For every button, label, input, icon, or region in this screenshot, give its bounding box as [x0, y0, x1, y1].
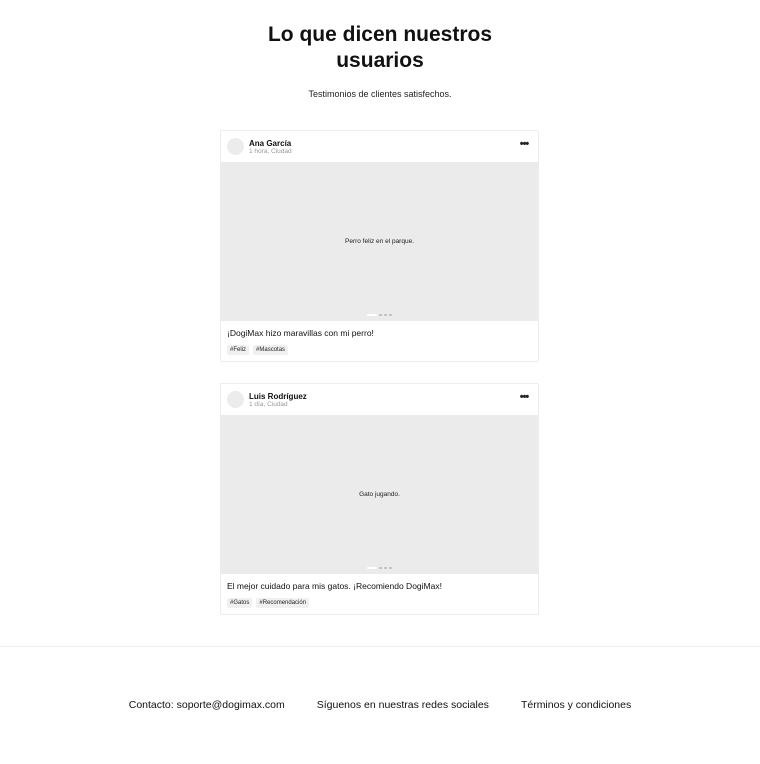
user-name: Luis Rodríguez [249, 392, 307, 401]
image-caption: Perro feliz en el parque. [344, 238, 414, 245]
image-caption: Gato jugando. [359, 491, 400, 498]
page-title: Lo que dicen nuestros usuarios [267, 23, 493, 72]
tag-list: #Feliz #Mascotas [227, 345, 532, 355]
avatar [227, 391, 244, 408]
carousel-dot-active[interactable] [367, 567, 377, 569]
post-meta: 1 hora, Ciudad [249, 148, 292, 155]
footer-contact-link[interactable]: Contacto: soporte@dogimax.com [129, 699, 285, 711]
footer-terms-link[interactable]: Términos y condiciones [521, 699, 631, 711]
footer-social-link[interactable]: Síguenos en nuestras redes sociales [317, 699, 489, 711]
user-name: Ana García [249, 139, 292, 148]
tag[interactable]: #Feliz [227, 345, 250, 355]
testimonial-text: El mejor cuidado para mis gatos. ¡Recomi… [227, 581, 442, 591]
carousel-dot[interactable] [384, 567, 387, 569]
more-options-icon[interactable]: ••• [516, 137, 532, 153]
carousel-dot[interactable] [389, 314, 392, 316]
testimonial-card: Ana García 1 hora, Ciudad ••• Perro feli… [220, 130, 539, 362]
card-body: ¡DogiMax hizo maravillas con mi perro! #… [221, 321, 538, 361]
card-body: El mejor cuidado para mis gatos. ¡Recomi… [221, 574, 538, 614]
post-meta: 1 día, Ciudad [249, 401, 288, 408]
footer-links: Contacto: soporte@dogimax.com Síguenos e… [0, 699, 760, 711]
carousel-dot[interactable] [384, 314, 387, 316]
carousel-dot[interactable] [389, 567, 392, 569]
tag[interactable]: #Recomendación [256, 598, 310, 608]
carousel-dot[interactable] [379, 567, 382, 569]
tag[interactable]: #Gatos [227, 598, 253, 608]
footer: Contacto: soporte@dogimax.com Síguenos e… [0, 646, 760, 764]
carousel-dot-active[interactable] [367, 314, 377, 316]
carousel-indicator [221, 314, 538, 316]
page-subtitle: Testimonios de clientes satisfechos. [308, 89, 452, 99]
card-header: Ana García 1 hora, Ciudad ••• [221, 131, 538, 162]
post-image[interactable]: Gato jugando. [221, 415, 538, 574]
tag-list: #Gatos #Recomendación [227, 598, 532, 608]
card-header: Luis Rodríguez 1 día, Ciudad ••• [221, 384, 538, 415]
carousel-indicator [221, 567, 538, 569]
post-image[interactable]: Perro feliz en el parque. [221, 162, 538, 321]
testimonial-text: ¡DogiMax hizo maravillas con mi perro! [227, 328, 374, 338]
more-options-icon[interactable]: ••• [516, 390, 532, 406]
page-header: Lo que dicen nuestros usuarios Testimoni… [0, 0, 760, 99]
tag[interactable]: #Mascotas [253, 345, 289, 355]
carousel-dot[interactable] [379, 314, 382, 316]
avatar [227, 138, 244, 155]
testimonial-card: Luis Rodríguez 1 día, Ciudad ••• Gato ju… [220, 383, 539, 615]
